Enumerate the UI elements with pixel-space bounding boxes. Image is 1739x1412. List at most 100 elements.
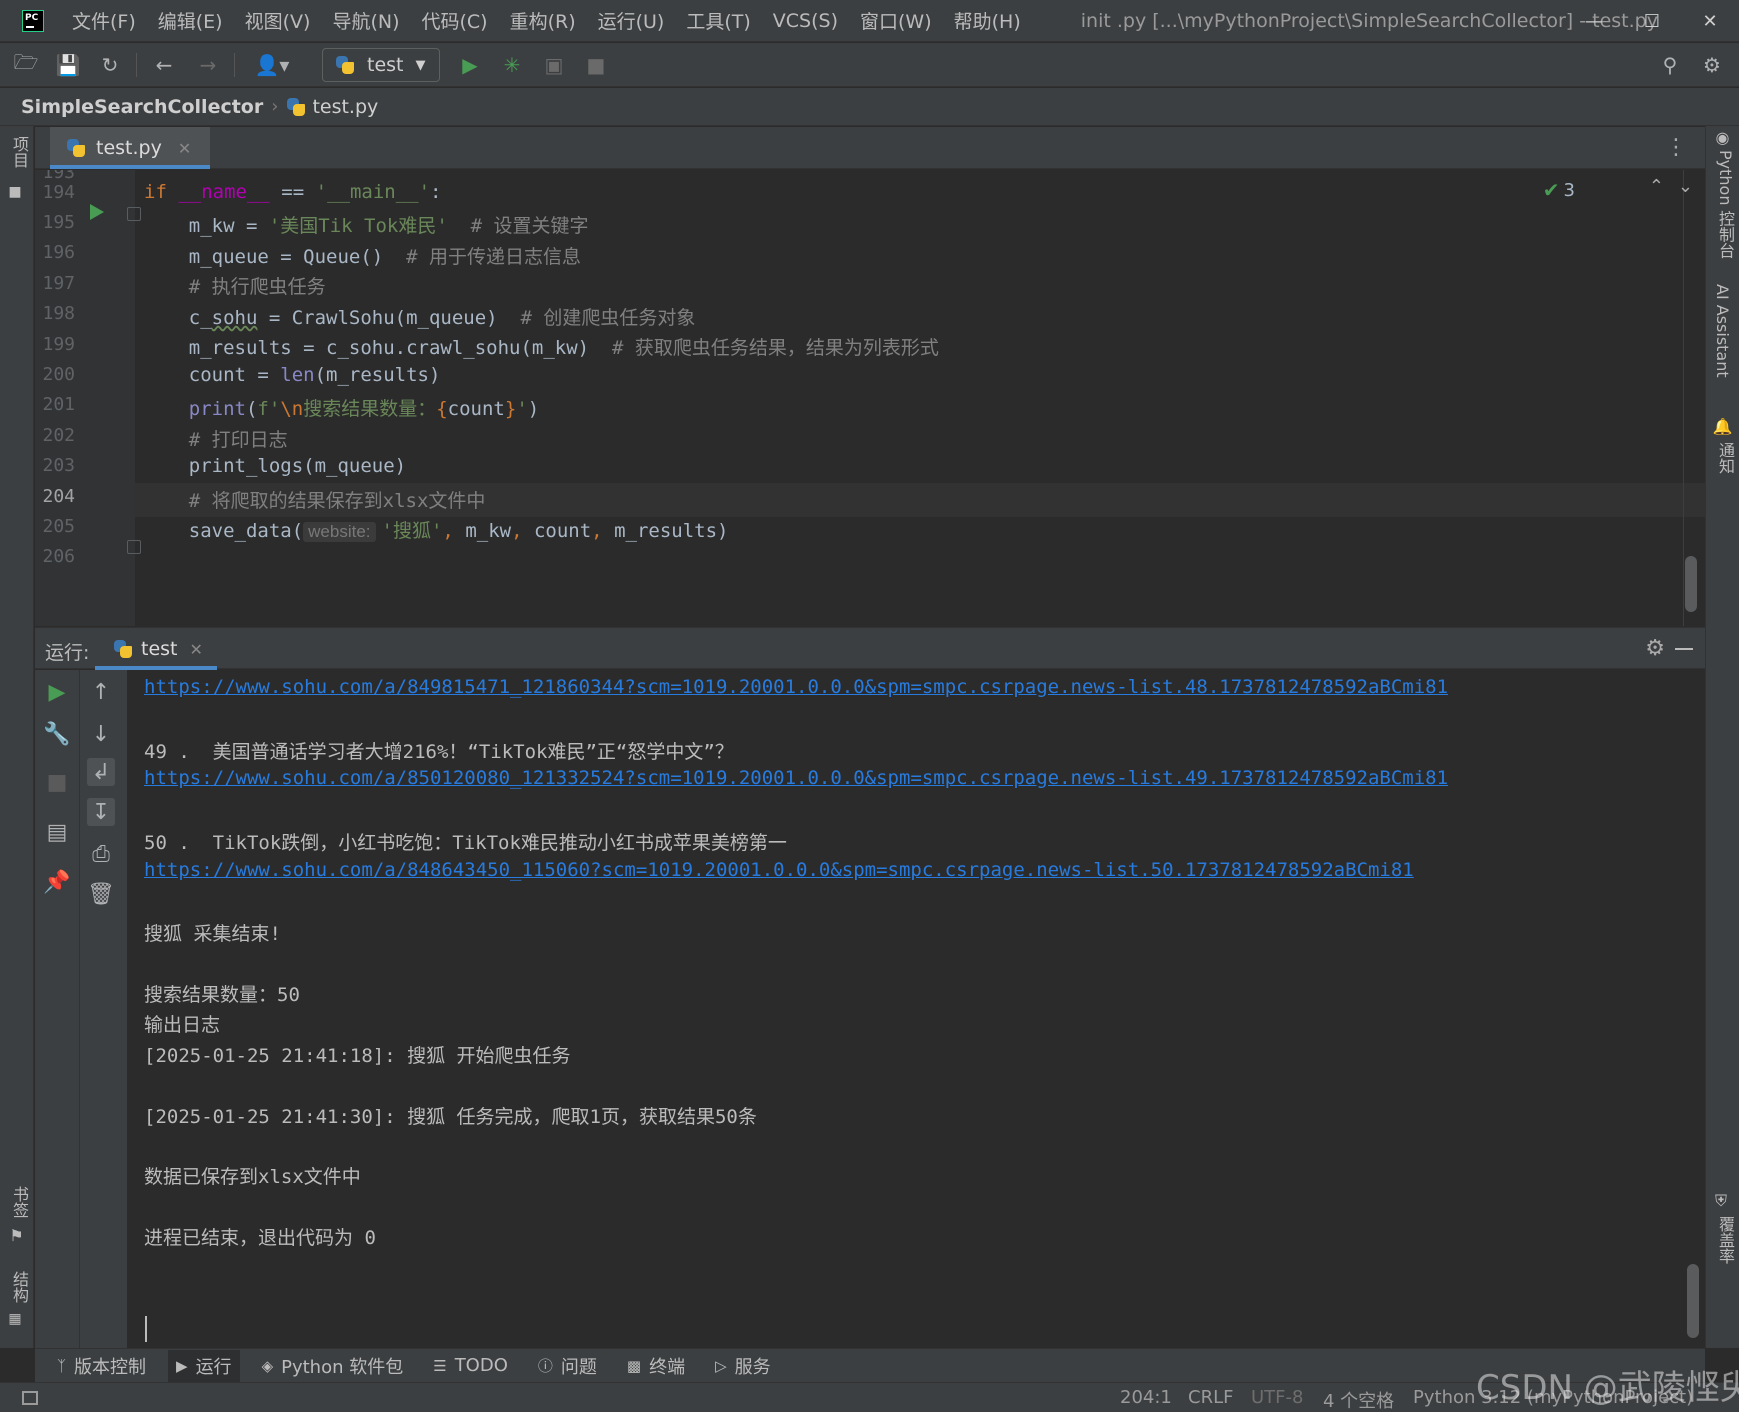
python-console-icon: ◉	[1713, 128, 1732, 147]
tool-problems[interactable]: ⓘ 问题	[530, 1350, 605, 1382]
run-gutter-icon[interactable]	[90, 204, 104, 220]
bookmarks-tool-button[interactable]: 书签	[7, 1186, 31, 1218]
window-controls: — ☐ ✕	[1565, 0, 1739, 42]
soft-wrap-icon[interactable]: ↲	[87, 758, 115, 786]
menu-help[interactable]: 帮助(H)	[954, 7, 1021, 34]
open-folder-icon[interactable]: 🗁	[14, 50, 39, 77]
indent-setting[interactable]: 4 个空格	[1323, 1387, 1394, 1412]
scroll-down-arrow-icon[interactable]: ↓	[87, 720, 115, 748]
inspection-count: 3	[1563, 179, 1575, 201]
line-number: 198	[42, 303, 75, 324]
code-line-197: # 执行爬虫任务	[143, 276, 326, 298]
editor-scrollbar[interactable]	[1685, 556, 1697, 612]
menu-tools[interactable]: 工具(T)	[686, 7, 750, 34]
menu-view[interactable]: 视图(V)	[245, 7, 311, 34]
tool-version-control[interactable]: ᛉ 版本控制	[49, 1350, 154, 1382]
tool-todo[interactable]: ☰ TODO	[425, 1352, 516, 1379]
stop-icon[interactable]: ■	[43, 768, 71, 796]
console-link[interactable]: https://www.sohu.com/a/848643450_115060?…	[144, 859, 1414, 881]
line-separator[interactable]: CRLF	[1188, 1387, 1233, 1408]
tool-run[interactable]: ▶ 运行	[168, 1349, 240, 1382]
layout-icon[interactable]: ▤	[43, 818, 71, 846]
more-vertical-icon[interactable]: ⋮	[1665, 135, 1687, 160]
user-menu-icon[interactable]: 👤▾	[250, 53, 294, 77]
run-console[interactable]: https://www.sohu.com/a/849815471_1218603…	[127, 670, 1705, 1348]
list-icon: ☰	[433, 1356, 447, 1375]
coverage-icon[interactable]: ▣	[542, 53, 566, 77]
menu-vcs[interactable]: VCS(S)	[773, 10, 838, 32]
close-tab-icon[interactable]: ✕	[178, 139, 191, 158]
caret-position[interactable]: 204:1	[1120, 1387, 1172, 1408]
back-arrow-icon[interactable]: ←	[152, 53, 176, 77]
run-panel-title: 运行:	[45, 642, 90, 664]
tool-windows-toggle-icon[interactable]	[22, 1391, 38, 1405]
ai-assistant-tool-button[interactable]: AI Assistant	[1713, 284, 1732, 378]
python-console-tool-button[interactable]: Python 控制台	[1713, 150, 1737, 259]
structure-tool-button[interactable]: 结构	[7, 1271, 31, 1303]
sync-icon[interactable]: ↻	[98, 53, 122, 77]
breadcrumb: SimpleSearchCollector › test.py	[0, 88, 1739, 126]
tool-python-packages[interactable]: ◈ Python 软件包	[254, 1350, 412, 1382]
tab-run-test[interactable]: test ✕	[95, 628, 217, 670]
rerun-icon[interactable]: ▶	[43, 678, 71, 706]
scroll-up-arrow-icon[interactable]: ↑	[87, 678, 115, 706]
notifications-tool-button[interactable]: 通知	[1713, 442, 1737, 474]
search-icon[interactable]: ⚲	[1658, 53, 1682, 77]
maximize-window-icon[interactable]: ☐	[1623, 0, 1681, 42]
python-file-icon	[286, 97, 306, 117]
trash-icon[interactable]: 🗑	[87, 880, 115, 908]
menu-refactor[interactable]: 重构(R)	[510, 7, 576, 34]
file-encoding[interactable]: UTF-8	[1251, 1387, 1303, 1408]
breadcrumb-project[interactable]: SimpleSearchCollector	[21, 96, 263, 118]
stop-icon[interactable]: ■	[584, 53, 608, 77]
breadcrumb-file[interactable]: test.py	[312, 96, 378, 118]
branch-icon: ᛉ	[57, 1356, 67, 1375]
tab-test-py[interactable]: test.py ✕	[50, 127, 210, 169]
line-number: 197	[42, 273, 75, 294]
inspection-widget[interactable]: ✔ 3	[1543, 178, 1575, 202]
coverage-tool-button[interactable]: 覆盖率	[1713, 1216, 1737, 1264]
menu-run[interactable]: 运行(U)	[598, 7, 665, 34]
menu-edit[interactable]: 编辑(E)	[158, 7, 223, 34]
wrench-icon[interactable]: 🔧	[43, 720, 71, 748]
forward-arrow-icon[interactable]: →	[196, 53, 220, 77]
line-number: 206	[42, 546, 75, 567]
minimize-panel-icon[interactable]	[1675, 648, 1693, 650]
tool-services[interactable]: ▷ 服务	[707, 1350, 779, 1382]
menu-window[interactable]: 窗口(W)	[860, 7, 932, 34]
run-icon[interactable]: ▶	[458, 53, 482, 77]
print-icon[interactable]: ⎙	[87, 840, 115, 868]
line-number: 196	[42, 242, 75, 263]
line-number: 205	[42, 516, 75, 537]
console-scrollbar[interactable]	[1687, 1264, 1699, 1338]
line-number: 202	[42, 425, 75, 446]
menu-navigate[interactable]: 导航(N)	[332, 7, 399, 34]
code-editor[interactable]: 193 194 195 196 197 198 199 200 201 202 …	[35, 170, 1705, 626]
debug-bug-icon[interactable]: ✳	[500, 53, 524, 77]
minimize-window-icon[interactable]: —	[1565, 0, 1623, 42]
run-configuration-select[interactable]: test ▼	[322, 48, 440, 82]
settings-gear-icon[interactable]: ⚙	[1700, 53, 1724, 77]
project-tool-button[interactable]: 项目	[7, 136, 31, 168]
console-link[interactable]: https://www.sohu.com/a/849815471_1218603…	[144, 676, 1448, 698]
console-line: [2025-01-25 21:41:18]: 搜狐 开始爬虫任务	[144, 1045, 571, 1067]
scroll-to-end-icon[interactable]: ↧	[87, 798, 115, 826]
check-icon: ✔	[1542, 178, 1560, 202]
menu-file[interactable]: 文件(F)	[72, 7, 136, 34]
code-area[interactable]: if __name__ == '__main__': m_kw = '美国Tik…	[135, 170, 1705, 626]
close-window-icon[interactable]: ✕	[1681, 0, 1739, 42]
menu-code[interactable]: 代码(C)	[421, 7, 487, 34]
inspection-navigation: ⌃ ⌄	[1649, 176, 1693, 197]
console-line: 搜狐 采集结束!	[144, 923, 281, 945]
tool-terminal[interactable]: ▩ 终端	[619, 1350, 693, 1382]
pin-icon[interactable]: 📌	[43, 868, 71, 896]
close-tab-icon[interactable]: ✕	[190, 640, 203, 659]
code-line-196: m_queue = Queue() # 用于传递日志信息	[143, 246, 581, 268]
gear-icon[interactable]: ⚙	[1645, 636, 1665, 661]
save-icon[interactable]: 💾	[56, 53, 81, 77]
chevron-up-icon[interactable]: ⌃	[1649, 176, 1664, 197]
chevron-down-icon[interactable]: ⌄	[1678, 176, 1693, 197]
bell-icon: 🔔	[1713, 418, 1732, 438]
console-link[interactable]: https://www.sohu.com/a/850120080_1213325…	[144, 767, 1448, 789]
run-panel-toolbar: ▶ 🔧 ■ ▤ 📌 ↑ ↓ ↲ ↧ ⎙ 🗑	[35, 670, 127, 1348]
